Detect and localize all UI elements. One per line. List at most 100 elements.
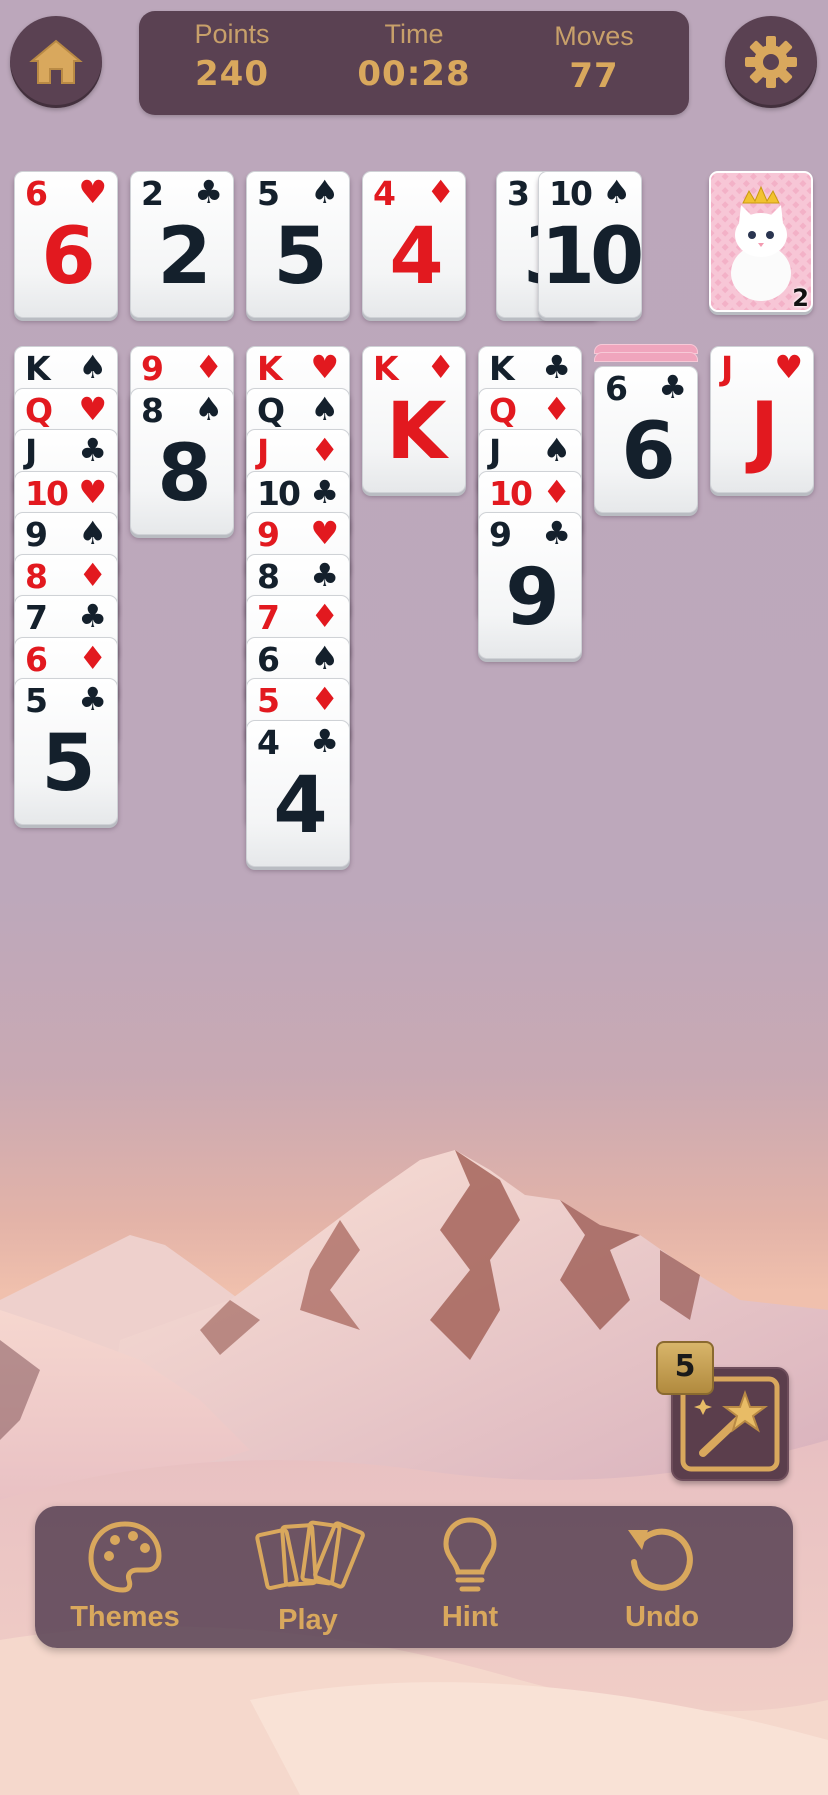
card-suit-icon: ♥	[78, 473, 107, 511]
palette-icon	[88, 1521, 162, 1593]
card-center-rank: J	[749, 387, 779, 477]
card-suit-icon: ♠	[310, 173, 339, 211]
card-suit-icon: ♦	[194, 348, 223, 386]
card-center-rank: 5	[41, 719, 95, 809]
card-foundation-1[interactable]: 6 ♥ 6	[14, 171, 118, 318]
card-suit-icon: ♦	[426, 173, 455, 211]
card-rank: 7	[25, 598, 48, 637]
gear-icon	[745, 36, 797, 88]
card-rank: J	[25, 432, 37, 471]
card-suit-icon: ♥	[78, 390, 107, 428]
card-suit-icon: ♦	[310, 597, 339, 635]
moves-label: Moves	[554, 21, 634, 51]
card-rank: 8	[257, 557, 280, 596]
card-foundation-2[interactable]: 2 ♣ 2	[130, 171, 234, 318]
card-center-rank: K	[386, 387, 446, 477]
card-rank: Q	[257, 391, 285, 430]
card-rank: 5	[25, 681, 48, 720]
settings-button[interactable]	[725, 16, 817, 108]
card-rank: 4	[257, 723, 280, 762]
card-tableau-5-5[interactable]: 9 ♣ 9	[478, 512, 582, 659]
card-suit-icon: ♦	[426, 348, 455, 386]
card-rank: Q	[489, 391, 517, 430]
play-button[interactable]: Play	[233, 1506, 383, 1648]
card-rank: 9	[489, 515, 512, 554]
card-center-rank: 6	[41, 212, 95, 302]
play-label: Play	[278, 1604, 338, 1636]
card-foundation-3[interactable]: 5 ♠ 5	[246, 171, 350, 318]
card-rank: K	[373, 349, 399, 388]
time-stat: Time 00:28	[339, 19, 489, 94]
card-suit-icon: ♦	[310, 431, 339, 469]
card-suit-icon: ♠	[78, 348, 107, 386]
points-value: 240	[195, 54, 269, 94]
hint-button[interactable]: Hint	[395, 1506, 545, 1648]
card-rank: 2	[141, 174, 164, 213]
card-rank: 10	[25, 474, 69, 513]
card-suit-icon: ♣	[310, 473, 339, 511]
card-rank: 7	[257, 598, 280, 637]
themes-button[interactable]: Themes	[50, 1506, 200, 1648]
moves-value: 77	[569, 56, 619, 96]
card-suit-icon: ♣	[658, 368, 687, 406]
card-suit-icon: ♦	[542, 390, 571, 428]
card-suit-icon: ♠	[78, 514, 107, 552]
card-rank: 10	[257, 474, 301, 513]
card-suit-icon: ♣	[78, 431, 107, 469]
card-tableau-3-10[interactable]: 4 ♣ 4	[246, 720, 350, 867]
card-suit-icon: ♣	[310, 556, 339, 594]
hint-label: Hint	[441, 1601, 499, 1633]
card-rank: 5	[257, 174, 280, 213]
card-suit-icon: ♠	[194, 390, 223, 428]
card-rank: K	[489, 349, 515, 388]
card-suit-icon: ♣	[78, 680, 107, 718]
card-rank: 8	[141, 391, 164, 430]
undo-button[interactable]: Undo	[587, 1506, 737, 1648]
card-suit-icon: ♥	[774, 348, 803, 386]
card-suit-icon: ♠	[542, 431, 571, 469]
card-suit-icon: ♣	[310, 722, 339, 760]
card-rank: 9	[25, 515, 48, 554]
card-tableau-7-1[interactable]: J ♥ J	[710, 346, 814, 493]
card-suit-icon: ♣	[542, 514, 571, 552]
card-suit-icon: ♦	[78, 639, 107, 677]
card-rank: K	[257, 349, 283, 388]
card-foundation-4[interactable]: 4 ♦ 4	[362, 171, 466, 318]
card-suit-icon: ♥	[310, 348, 339, 386]
card-rank: J	[257, 432, 269, 471]
card-tableau-6-1[interactable]: 6 ♣ 6	[594, 366, 698, 513]
card-suit-icon: ♣	[542, 348, 571, 386]
card-suit-icon: ♦	[542, 473, 571, 511]
card-center-rank: 4	[389, 212, 443, 302]
card-rank: 6	[257, 640, 280, 679]
card-rank: 5	[257, 681, 280, 720]
card-suit-icon: ♦	[78, 556, 107, 594]
stats-panel: Points 240 Time 00:28 Moves 77	[139, 11, 689, 115]
card-center-rank: 6	[621, 407, 675, 497]
undo-icon	[628, 1528, 693, 1591]
home-button[interactable]	[10, 16, 102, 108]
card-center-rank: 9	[505, 553, 559, 643]
stock-pile[interactable]: 2	[709, 171, 813, 312]
card-tableau-4-1[interactable]: K ♦ K	[362, 346, 466, 493]
card-rank: 4	[373, 174, 396, 213]
card-suit-icon: ♠	[310, 639, 339, 677]
card-waste-2[interactable]: 10 ♠ 10	[538, 171, 644, 318]
card-rank: 3	[507, 174, 530, 213]
card-suit-icon: ♥	[310, 514, 339, 552]
card-suit-icon: ♣	[194, 173, 223, 211]
card-rank: J	[489, 432, 501, 471]
time-value: 00:28	[357, 54, 471, 94]
card-rank: Q	[25, 391, 53, 430]
card-tableau-2-2[interactable]: 8 ♠ 8	[130, 388, 234, 535]
card-tableau-1-9[interactable]: 5 ♣ 5	[14, 678, 118, 825]
bottom-toolbar: Themes Play Hint Undo	[35, 1506, 793, 1648]
card-rank: 6	[25, 640, 48, 679]
card-rank: 6	[25, 174, 48, 213]
points-stat: Points 240	[157, 19, 307, 94]
card-rank: J	[721, 349, 733, 388]
card-suit-icon: ♣	[78, 597, 107, 635]
time-label: Time	[384, 19, 444, 49]
card-rank: 10	[549, 174, 593, 213]
card-suit-icon: ♦	[310, 680, 339, 718]
